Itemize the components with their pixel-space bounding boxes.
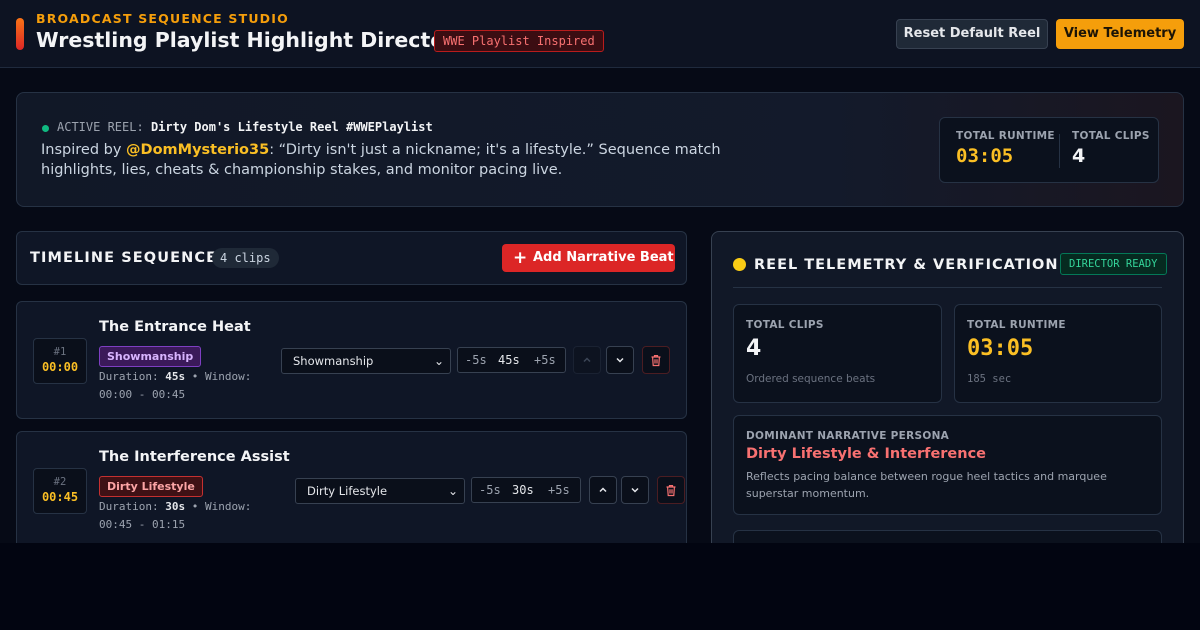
active-reel-line: ACTIVE REEL: Dirty Dom's Lifestyle Reel … xyxy=(57,120,433,134)
clip-count-badge: 4 clips xyxy=(212,248,279,268)
clip-persona-tag: Showmanship xyxy=(99,346,202,367)
runtime-label: TOTAL RUNTIME xyxy=(956,130,1055,142)
persona-select-value: Dirty Lifestyle xyxy=(307,484,388,498)
clip-index: #1 xyxy=(53,346,67,358)
active-reel-prefix: ACTIVE REEL: xyxy=(57,120,144,134)
clip-start-time: 00:00 xyxy=(41,360,79,374)
page-title: Wrestling Playlist Highlight Director xyxy=(36,28,455,52)
app-kicker: BROADCAST SEQUENCE STUDIO xyxy=(36,11,289,26)
reel-summary-stats: TOTAL RUNTIME 03:05 TOTAL CLIPS 4 xyxy=(939,117,1159,183)
brand-accent-bar xyxy=(16,18,24,50)
chevron-down-icon xyxy=(631,487,639,493)
window-value: 00:00 - 00:45 xyxy=(99,387,186,401)
move-down-button[interactable] xyxy=(621,476,649,504)
persona-value: Dirty Lifestyle & Interference xyxy=(746,446,987,462)
active-reel-name: Dirty Dom's Lifestyle Reel #WWEPlaylist xyxy=(150,120,433,134)
trash-icon xyxy=(666,484,676,496)
clip-index-box: #2 00:45 xyxy=(33,468,87,514)
persona-select[interactable]: Dirty Lifestyle ⌄ xyxy=(295,478,465,504)
viewport-fold xyxy=(0,543,1200,630)
telemetry-divider xyxy=(733,287,1162,288)
plus-icon: + xyxy=(513,248,528,268)
chevron-down-icon: ⌄ xyxy=(433,354,444,368)
delete-clip-button[interactable] xyxy=(657,476,685,504)
clip-persona-tag: Dirty Lifestyle xyxy=(99,476,203,497)
clips-label: TOTAL CLIPS xyxy=(1072,130,1150,142)
dominant-persona-card: DOMINANT NARRATIVE PERSONA Dirty Lifesty… xyxy=(733,415,1162,515)
window-label: • Window: xyxy=(191,500,252,513)
view-telemetry-button[interactable]: View Telemetry xyxy=(1056,19,1184,49)
chevron-down-icon xyxy=(616,357,624,363)
persona-select-value: Showmanship xyxy=(293,354,374,368)
move-up-button[interactable] xyxy=(573,346,601,374)
total-runtime-card: TOTAL RUNTIME 03:05 185 sec xyxy=(954,304,1162,403)
increase-duration-button[interactable]: +5s xyxy=(548,478,570,502)
add-narrative-beat-label: Add Narrative Beat xyxy=(533,250,674,265)
duration-value: 45s xyxy=(165,370,186,383)
runtime-value: 03:05 xyxy=(956,145,1014,167)
chevron-up-icon xyxy=(583,357,591,363)
clip-start-time: 00:45 xyxy=(41,490,79,504)
duration-label: Duration: xyxy=(99,500,159,513)
status-dot-icon xyxy=(42,125,49,132)
total-clips-sub: Ordered sequence beats xyxy=(746,373,876,385)
trash-icon xyxy=(651,354,661,366)
app-header: BROADCAST SEQUENCE STUDIO Wrestling Play… xyxy=(0,0,1200,68)
total-runtime-label: TOTAL RUNTIME xyxy=(967,319,1066,331)
total-runtime-sub: 185 sec xyxy=(967,373,1012,385)
move-up-button[interactable] xyxy=(589,476,617,504)
telemetry-title: REEL TELEMETRY & VERIFICATION xyxy=(754,257,1059,273)
active-reel-banner: ACTIVE REEL: Dirty Dom's Lifestyle Reel … xyxy=(16,92,1184,207)
clip-index: #2 xyxy=(53,476,67,488)
status-dot-icon xyxy=(733,258,746,271)
delete-clip-button[interactable] xyxy=(642,346,670,374)
total-clips-value: 4 xyxy=(746,336,762,361)
reset-default-reel-button[interactable]: Reset Default Reel xyxy=(896,19,1048,49)
duration-stepper: -5s 30s +5s xyxy=(471,477,581,503)
total-runtime-value: 03:05 xyxy=(967,336,1034,361)
increase-duration-button[interactable]: +5s xyxy=(534,348,556,372)
chevron-down-icon: ⌄ xyxy=(447,484,458,498)
stats-divider xyxy=(1059,134,1060,168)
director-status-badge: DIRECTOR READY xyxy=(1060,253,1167,275)
inspiration-handle-link[interactable]: @DomMysterio35 xyxy=(126,142,269,158)
decrease-duration-button[interactable]: -5s xyxy=(465,348,487,372)
timeline-header: TIMELINE SEQUENCE 4 clips + Add Narrativ… xyxy=(16,231,687,285)
window-label: • Window: xyxy=(191,370,252,383)
chevron-up-icon xyxy=(599,487,607,493)
duration-display: 45s xyxy=(498,353,520,367)
duration-stepper: -5s 45s +5s xyxy=(457,347,566,373)
clip-card: #2 00:45 The Interference Assist Dirty L… xyxy=(16,431,687,549)
inspiration-badge: WWE Playlist Inspired xyxy=(434,30,604,52)
clip-meta: Duration: 30s • Window: 00:45 - 01:15 xyxy=(99,498,274,533)
window-value: 00:45 - 01:15 xyxy=(99,517,186,531)
total-clips-label: TOTAL CLIPS xyxy=(746,319,824,331)
persona-select[interactable]: Showmanship ⌄ xyxy=(281,348,451,374)
clips-value: 4 xyxy=(1072,145,1086,167)
clip-title: The Entrance Heat xyxy=(99,319,251,335)
clip-title: The Interference Assist xyxy=(99,449,290,465)
duration-label: Duration: xyxy=(99,370,159,383)
desc-prefix: Inspired by xyxy=(41,142,127,158)
clip-meta: Duration: 45s • Window: 00:00 - 00:45 xyxy=(99,368,274,403)
timeline-title: TIMELINE SEQUENCE xyxy=(30,250,218,266)
move-down-button[interactable] xyxy=(606,346,634,374)
clip-card: #1 00:00 The Entrance Heat Showmanship D… xyxy=(16,301,687,419)
add-narrative-beat-button[interactable]: + Add Narrative Beat xyxy=(502,244,675,272)
duration-value: 30s xyxy=(165,500,186,513)
decrease-duration-button[interactable]: -5s xyxy=(479,478,501,502)
duration-display: 30s xyxy=(512,483,534,497)
persona-description: Reflects pacing balance between rogue he… xyxy=(746,470,1107,500)
telemetry-panel: REEL TELEMETRY & VERIFICATION DIRECTOR R… xyxy=(711,231,1184,561)
persona-label: DOMINANT NARRATIVE PERSONA xyxy=(746,430,950,442)
total-clips-card: TOTAL CLIPS 4 Ordered sequence beats xyxy=(733,304,942,403)
reel-description: Inspired by @DomMysterio35: “Dirty isn't… xyxy=(41,140,721,180)
clip-index-box: #1 00:00 xyxy=(33,338,87,384)
